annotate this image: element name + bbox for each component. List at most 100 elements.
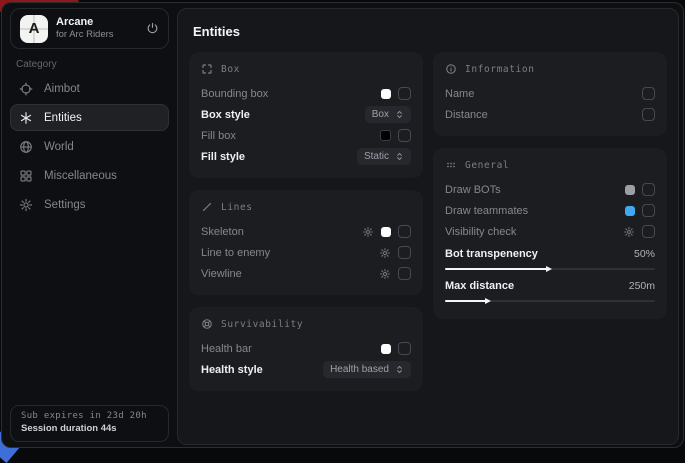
lifebuoy-icon <box>201 318 213 330</box>
setting-label: Draw BOTs <box>445 184 501 196</box>
setting-label: Distance <box>445 109 488 121</box>
panel-header-label: Box <box>221 64 240 75</box>
settings-gear-icon[interactable] <box>379 247 391 259</box>
setting-row-visibility-check: Visibility check <box>445 221 655 242</box>
setting-row-draw-bots: Draw BOTs <box>445 179 655 200</box>
sidebar-item-world[interactable]: World <box>10 133 169 160</box>
sidebar-item-settings[interactable]: Settings <box>10 191 169 218</box>
setting-row-name: Name <box>445 83 655 104</box>
brand-initial: A <box>29 20 40 37</box>
max-distance-group: Max distance 250m <box>445 276 655 302</box>
brand-logo: A <box>20 15 48 43</box>
checkbox[interactable] <box>398 87 411 100</box>
sidebar-item-miscellaneous[interactable]: Miscellaneous <box>10 162 169 189</box>
setting-label: Name <box>445 88 474 100</box>
category-label: Category <box>16 59 57 70</box>
chevron-up-down-icon <box>395 110 404 119</box>
fill-style-select[interactable]: Static <box>357 148 411 165</box>
setting-label: Line to enemy <box>201 247 270 259</box>
health-style-select[interactable]: Health based <box>323 361 411 378</box>
setting-row-health-bar: Health bar <box>201 338 411 359</box>
chevron-up-down-icon <box>395 365 404 374</box>
sidebar-item-entities[interactable]: Entities <box>10 104 169 131</box>
panel-box-header: Box <box>201 63 411 75</box>
setting-label: Visibility check <box>445 226 516 238</box>
setting-row-fill-style: Fill style Static <box>201 146 411 167</box>
setting-label: Bounding box <box>201 88 268 100</box>
sidebar-item-label: Miscellaneous <box>44 170 117 182</box>
box-style-select[interactable]: Box <box>365 106 411 123</box>
panel-header-label: General <box>465 160 509 171</box>
brand-card: A Arcane for Arc Riders <box>10 8 169 49</box>
slider-fill[interactable] <box>445 268 548 270</box>
settings-gear-icon[interactable] <box>362 226 374 238</box>
sidebar-nav: Aimbot Entities World Miscellaneous <box>10 75 169 218</box>
checkbox[interactable] <box>642 204 655 217</box>
line-icon <box>201 201 213 213</box>
panel-information-header: Information <box>445 63 655 75</box>
grid-icon <box>19 169 33 183</box>
setting-row-fill-box: Fill box <box>201 125 411 146</box>
chevron-up-down-icon <box>395 152 404 161</box>
setting-label: Fill style <box>201 151 245 163</box>
sidebar-item-label: Entities <box>44 112 82 124</box>
sub-expiry-text: Sub expires in 23d 20h <box>21 411 158 421</box>
color-swatch[interactable] <box>381 89 391 99</box>
checkbox[interactable] <box>398 342 411 355</box>
panel-survivability-header: Survivability <box>201 318 411 330</box>
settings-gear-icon[interactable] <box>623 226 635 238</box>
setting-label: Viewline <box>201 268 242 280</box>
checkbox[interactable] <box>398 129 411 142</box>
max-distance-slider[interactable] <box>445 300 655 302</box>
select-value: Health based <box>330 364 389 375</box>
app-window: A Arcane for Arc Riders Category Aimbot <box>1 2 684 448</box>
checkbox[interactable] <box>642 225 655 238</box>
slider-fill[interactable] <box>445 300 487 302</box>
color-swatch[interactable] <box>625 185 635 195</box>
brand-title: Arcane <box>56 16 138 30</box>
sidebar: A Arcane for Arc Riders Category Aimbot <box>2 3 176 447</box>
checkbox[interactable] <box>398 225 411 238</box>
slider-value: 50% <box>634 248 655 260</box>
slider-value: 250m <box>629 280 655 292</box>
globe-icon <box>19 140 33 154</box>
panel-header-label: Survivability <box>221 319 303 330</box>
setting-label: Fill box <box>201 130 236 142</box>
checkbox[interactable] <box>398 267 411 280</box>
bounding-box-icon <box>201 63 213 75</box>
color-swatch[interactable] <box>381 227 391 237</box>
setting-row-bounding-box: Bounding box <box>201 83 411 104</box>
panel-general-header: General <box>445 159 655 171</box>
right-column: Information Name Distance <box>433 52 667 391</box>
settings-gear-icon[interactable] <box>379 268 391 280</box>
color-swatch[interactable] <box>380 130 391 141</box>
dots-grid-icon <box>445 159 457 171</box>
panel-lines-header: Lines <box>201 201 411 213</box>
setting-label: Health bar <box>201 343 252 355</box>
checkbox[interactable] <box>398 246 411 259</box>
sidebar-item-aimbot[interactable]: Aimbot <box>10 75 169 102</box>
setting-row-line-to-enemy: Line to enemy <box>201 242 411 263</box>
sidebar-item-label: World <box>44 141 74 153</box>
checkbox[interactable] <box>642 108 655 121</box>
panel-information: Information Name Distance <box>433 52 667 136</box>
session-duration-text: Session duration 44s <box>21 423 158 434</box>
color-swatch[interactable] <box>381 344 391 354</box>
panel-general: General Draw BOTs Draw teammates <box>433 148 667 319</box>
bot-transparency-group: Bot transpenency 50% <box>445 244 655 270</box>
checkbox[interactable] <box>642 183 655 196</box>
setting-row-health-style: Health style Health based <box>201 359 411 380</box>
sidebar-item-label: Settings <box>44 199 86 211</box>
color-swatch[interactable] <box>625 206 635 216</box>
sidebar-item-label: Aimbot <box>44 83 80 95</box>
checkbox[interactable] <box>642 87 655 100</box>
setting-label: Health style <box>201 364 263 376</box>
setting-row-draw-teammates: Draw teammates <box>445 200 655 221</box>
panel-header-label: Information <box>465 64 535 75</box>
subscription-info-card: Sub expires in 23d 20h Session duration … <box>10 405 169 442</box>
bot-transparency-slider[interactable] <box>445 268 655 270</box>
setting-row-skeleton: Skeleton <box>201 221 411 242</box>
left-column: Box Bounding box Box style Box <box>189 52 423 391</box>
setting-label: Draw teammates <box>445 205 528 217</box>
power-icon[interactable] <box>146 22 159 35</box>
